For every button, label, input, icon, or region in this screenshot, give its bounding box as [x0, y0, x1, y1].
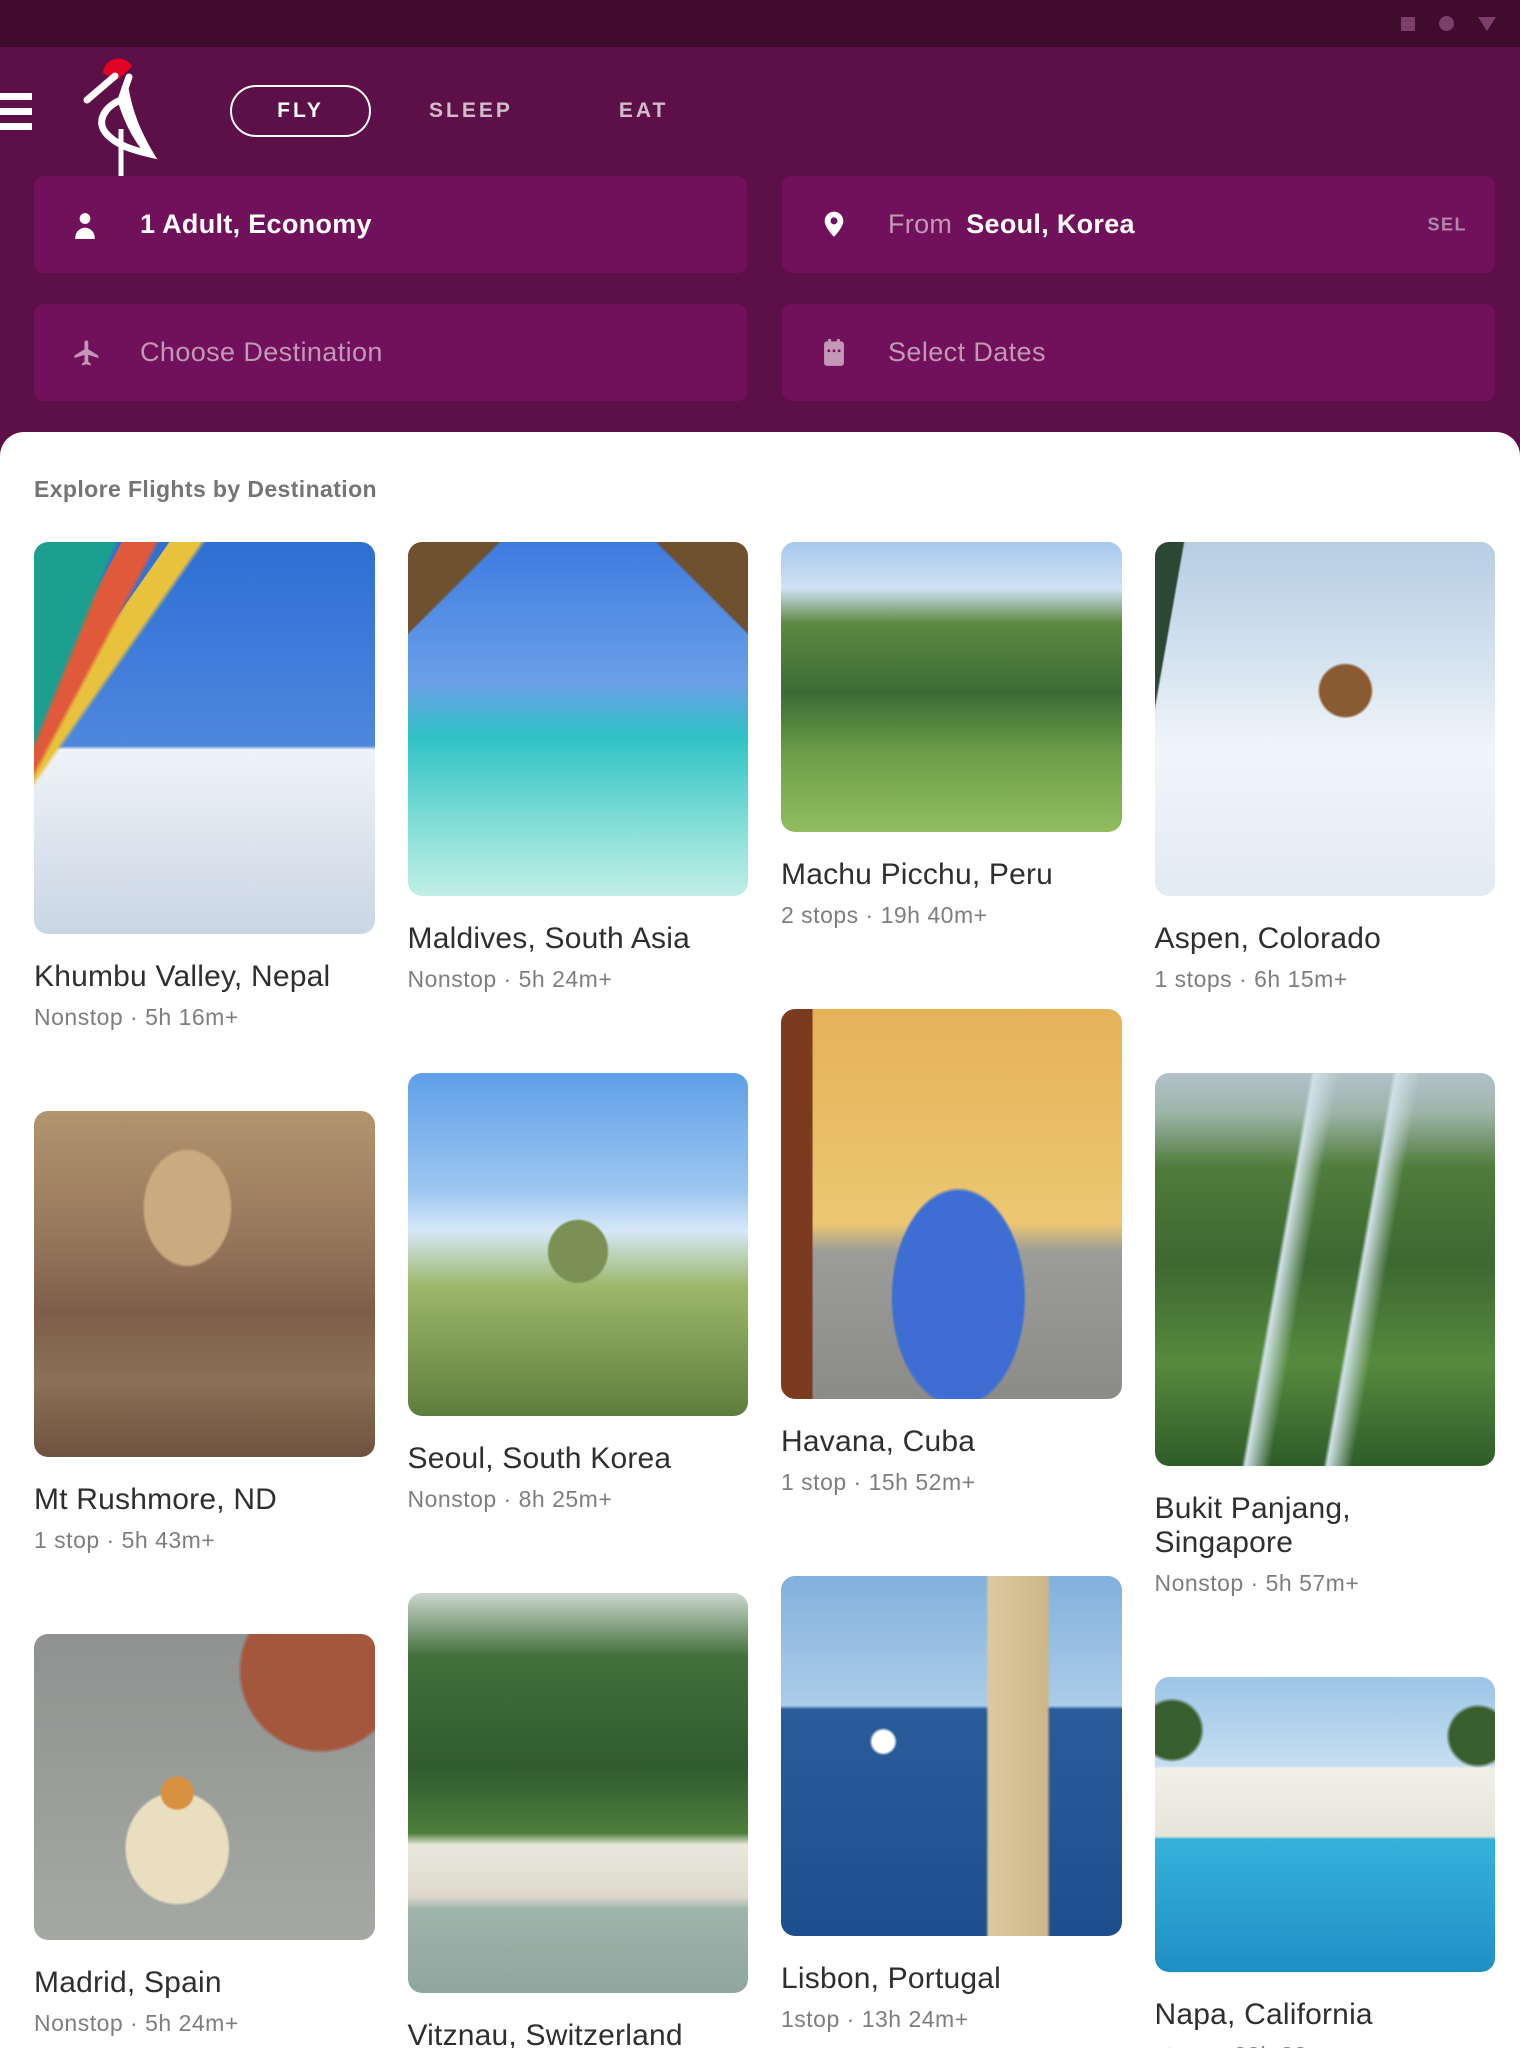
tab-eat[interactable]: EAT — [619, 99, 668, 123]
destination-card-bukit-panjang[interactable]: Bukit Panjang, Singapore Nonstop · 5h 57… — [1155, 1073, 1496, 1597]
destination-title: Havana, Cuba — [781, 1425, 1122, 1459]
destination-photo — [781, 542, 1122, 832]
destination-card-mt-rushmore[interactable]: Mt Rushmore, ND 1 stop · 5h 43m+ — [34, 1111, 375, 1554]
destination-photo — [408, 1073, 749, 1416]
category-tabs: FLY SLEEP EAT — [230, 85, 668, 137]
destinations-grid: Khumbu Valley, Nepal Nonstop · 5h 16m+ M… — [0, 503, 1520, 2048]
crane-logo — [66, 55, 166, 177]
destination-photo — [34, 1634, 375, 1940]
destination-details: Nonstop · 5h 24m+ — [34, 2010, 375, 2037]
destination-title: Aspen, Colorado — [1155, 922, 1496, 956]
destination-details: 1stop · 13h 24m+ — [781, 2006, 1122, 2033]
destination-title: Machu Picchu, Peru — [781, 858, 1122, 892]
destination-card-havana[interactable]: Havana, Cuba 1 stop · 15h 52m+ — [781, 1009, 1122, 1496]
app-header: FLY SLEEP EAT 1 Adult, Economy From Seou… — [0, 47, 1520, 432]
destination-title: Madrid, Spain — [34, 1966, 375, 2000]
destination-title: Bukit Panjang, Singapore — [1155, 1492, 1496, 1560]
destination-details: 2 stops · 19h 40m+ — [781, 902, 1122, 929]
travelers-value: 1 Adult, Economy — [140, 209, 372, 240]
destination-photo — [781, 1576, 1122, 1936]
destination-details: 1 stop · 5h 43m+ — [34, 1527, 375, 1554]
origin-label: From — [888, 209, 952, 240]
origin-field[interactable]: From Seoul, Korea SEL — [782, 176, 1495, 273]
destination-details: Nonstop · 5h 24m+ — [408, 966, 749, 993]
destination-card-lisbon[interactable]: Lisbon, Portugal 1stop · 13h 24m+ — [781, 1576, 1122, 2033]
section-heading: Explore Flights by Destination — [34, 476, 1520, 503]
destination-title: Maldives, South Asia — [408, 922, 749, 956]
destination-title: Vitznau, Switzerland — [408, 2019, 749, 2048]
destination-title: Mt Rushmore, ND — [34, 1483, 375, 1517]
location-pin-icon — [820, 210, 850, 240]
destination-details: Nonstop · 5h 57m+ — [1155, 1570, 1496, 1597]
destination-photo — [34, 542, 375, 934]
destination-details: 1 stop · 15h 52m+ — [781, 1469, 1122, 1496]
hamburger-menu-icon[interactable] — [0, 93, 32, 138]
destination-photo — [408, 542, 749, 896]
origin-airport-code: SEL — [1427, 214, 1467, 235]
grid-column-3: Machu Picchu, Peru 2 stops · 19h 40m+ Ha… — [781, 542, 1122, 2048]
origin-value: Seoul, Korea — [966, 209, 1135, 240]
destination-photo — [1155, 542, 1496, 896]
grid-column-2: Maldives, South Asia Nonstop · 5h 24m+ S… — [408, 542, 749, 2048]
destination-photo — [408, 1593, 749, 1993]
destination-details: Nonstop · 5h 16m+ — [34, 1004, 375, 1031]
destination-field[interactable]: Choose Destination — [34, 304, 747, 401]
results-sheet: Explore Flights by Destination Khumbu Va… — [0, 432, 1520, 2048]
destination-card-madrid[interactable]: Madrid, Spain Nonstop · 5h 24m+ — [34, 1634, 375, 2037]
destination-details: stops · 88h 88m+ — [1155, 2042, 1496, 2048]
back-triangle-icon[interactable] — [1478, 17, 1496, 31]
dates-placeholder: Select Dates — [888, 337, 1046, 368]
crane-app-screen: FLY SLEEP EAT 1 Adult, Economy From Seou… — [0, 0, 1520, 2048]
destination-photo — [781, 1009, 1122, 1399]
search-fields: 1 Adult, Economy From Seoul, Korea SEL C… — [34, 176, 1495, 401]
destination-title: Khumbu Valley, Nepal — [34, 960, 375, 994]
destination-photo — [34, 1111, 375, 1457]
destination-card-napa[interactable]: Napa, California stops · 88h 88m+ — [1155, 1677, 1496, 2048]
person-icon — [72, 210, 102, 240]
destination-card-maldives[interactable]: Maldives, South Asia Nonstop · 5h 24m+ — [408, 542, 749, 993]
travelers-field[interactable]: 1 Adult, Economy — [34, 176, 747, 273]
destination-title: Lisbon, Portugal — [781, 1962, 1122, 1996]
grid-column-1: Khumbu Valley, Nepal Nonstop · 5h 16m+ M… — [34, 542, 375, 2048]
dates-field[interactable]: Select Dates — [782, 304, 1495, 401]
airplane-icon — [72, 338, 102, 368]
destination-details: 1 stops · 6h 15m+ — [1155, 966, 1496, 993]
destination-card-aspen[interactable]: Aspen, Colorado 1 stops · 6h 15m+ — [1155, 542, 1496, 993]
recents-square-icon[interactable] — [1401, 17, 1415, 31]
destination-title: Napa, California — [1155, 1998, 1496, 2032]
home-circle-icon[interactable] — [1439, 16, 1454, 31]
destination-title: Seoul, South Korea — [408, 1442, 749, 1476]
destination-details: Nonstop · 8h 25m+ — [408, 1486, 749, 1513]
destination-photo — [1155, 1073, 1496, 1466]
destination-placeholder: Choose Destination — [140, 337, 383, 368]
calendar-icon — [820, 338, 850, 368]
tab-sleep[interactable]: SLEEP — [429, 99, 513, 123]
system-bar — [0, 0, 1520, 47]
destination-card-seoul[interactable]: Seoul, South Korea Nonstop · 8h 25m+ — [408, 1073, 749, 1513]
destination-card-khumbu-valley[interactable]: Khumbu Valley, Nepal Nonstop · 5h 16m+ — [34, 542, 375, 1031]
grid-column-4: Aspen, Colorado 1 stops · 6h 15m+ Bukit … — [1155, 542, 1496, 2048]
destination-card-vitznau[interactable]: Vitznau, Switzerland — [408, 1593, 749, 2048]
destination-card-machu-picchu[interactable]: Machu Picchu, Peru 2 stops · 19h 40m+ — [781, 542, 1122, 929]
destination-photo — [1155, 1677, 1496, 1972]
tab-fly[interactable]: FLY — [230, 85, 371, 137]
